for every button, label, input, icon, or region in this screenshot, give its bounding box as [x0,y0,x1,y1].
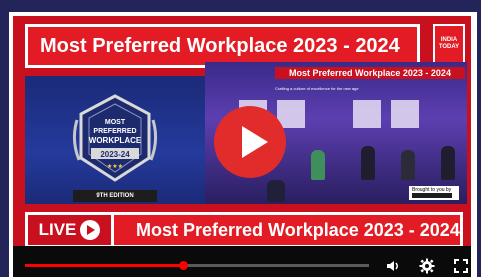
progress-bar[interactable] [25,261,369,270]
sponsor-logo [412,193,452,198]
live-badge: LIVE [25,212,111,246]
live-label: LIVE [38,220,77,239]
fullscreen-icon[interactable] [453,258,469,274]
progress-fill [25,264,184,267]
player-controls [13,246,471,277]
audience-member [267,180,285,202]
live-play-icon [80,220,101,240]
stage-subtitle: Crafting a culture of excellence for the… [275,86,359,91]
progress-scrubber[interactable] [179,261,189,270]
stage-screen [391,100,419,128]
video-area[interactable]: Most Preferred Workplace 2023 - 2024 IND… [13,16,471,246]
banner-title: Most Preferred Workplace 2023 - 2024 [40,34,400,57]
badge-year: 2023-24 [100,150,130,159]
play-button[interactable] [214,106,286,178]
panelist [441,146,455,180]
lower-third-title: Most Preferred Workplace 2023 - 2024 [136,219,460,240]
lower-third: LIVE Most Preferred Workplace 2023 - 202… [25,212,463,246]
channel-logo: INDIA TODAY [433,24,465,64]
lower-third-title-box: Most Preferred Workplace 2023 - 2024 [111,212,463,246]
award-panel: MOST PREFERRED WORKPLACE 2023-24 ★★★ 9TH… [25,76,205,204]
logo-line-1: INDIA [440,37,458,43]
stage-title: Most Preferred Workplace 2023 - 2024 [275,67,465,79]
panelist [311,150,325,180]
logo-line-2: TODAY [438,44,460,50]
play-icon [242,126,268,158]
settings-gear-icon[interactable] [419,258,435,274]
stage-screen [353,100,381,128]
panelist [361,146,375,180]
edition-label: 9TH EDITION [73,190,157,202]
volume-icon[interactable] [385,258,401,274]
badge-line-2: PREFERRED [93,128,136,135]
award-badge: MOST PREFERRED WORKPLACE 2023-24 ★★★ [72,94,158,182]
badge-line-1: MOST [105,119,126,126]
sponsor-box: Brought to you by [409,186,459,200]
badge-stars: ★★★ [107,163,123,170]
badge-line-3: WORKPLACE [89,136,142,145]
panelist [401,150,415,180]
